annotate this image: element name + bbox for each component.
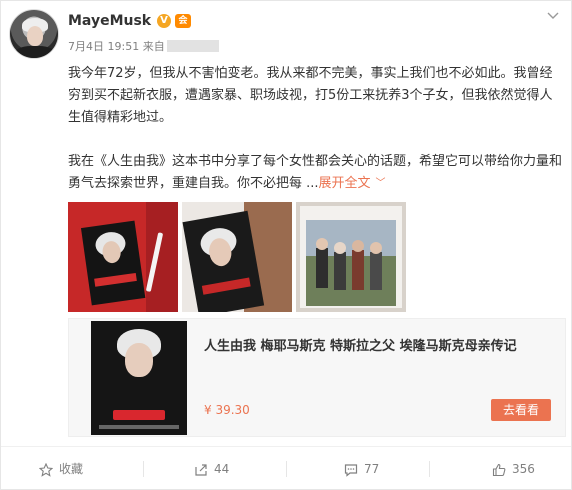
username[interactable]: MayeMusk [68, 13, 151, 29]
cover-subtitle [99, 425, 179, 429]
post-text-paragraph-1: 我今年72岁，但我从不害怕变老。我从来都不完美，事实上我们也不必如此。我曾经穷到… [68, 66, 553, 125]
post-text-paragraph-2-body: 我在《人生由我》这本书中分享了每个女性都会关心的话题，希望它可以带给你力量和勇气… [68, 154, 563, 191]
product-price: ¥ 39.30 [204, 403, 250, 417]
post-source-prefix: 来自 [142, 40, 165, 53]
avatar-coat [14, 46, 56, 58]
comment-count: 77 [364, 462, 380, 476]
comment-icon [344, 463, 358, 477]
divider [286, 461, 287, 477]
post-meta: 7月4日 19:51 来自 [68, 38, 219, 54]
favorite-button[interactable]: 收藏 [39, 459, 83, 479]
weibo-post-card: MayeMusk V 会 7月4日 19:51 来自 我今年72岁，但我从不害怕… [0, 0, 572, 490]
favorite-label: 收藏 [59, 462, 84, 476]
avatar-face [27, 26, 43, 46]
like-icon [492, 463, 506, 476]
action-bar: 收藏 44 77 356 [1, 446, 571, 490]
book-cover-image [91, 321, 187, 435]
post-time: 19:51 [107, 40, 140, 53]
post-photo-3[interactable] [296, 202, 406, 312]
divider [143, 461, 144, 477]
cover-title-art [91, 407, 187, 427]
more-options-button[interactable] [545, 9, 561, 25]
expand-full-text-link[interactable]: 展开全文 ﹀ [319, 176, 386, 191]
avatar[interactable] [9, 9, 59, 59]
post-source-redacted [166, 40, 219, 52]
post-photo-1[interactable] [68, 202, 178, 312]
like-count: 356 [512, 462, 535, 476]
chevron-down-icon: ﹀ [375, 178, 386, 189]
product-card[interactable]: 人生由我 梅耶马斯克 特斯拉之父 埃隆马斯克母亲传记 ¥ 39.30 去看看 [68, 318, 566, 437]
verified-badge-icon: V [157, 14, 171, 28]
photo-3-art [296, 202, 406, 312]
go-see-button[interactable]: 去看看 [491, 399, 551, 421]
cover-title-art-shape [113, 410, 165, 420]
comment-button[interactable]: 77 [344, 459, 379, 479]
more-icon [547, 12, 559, 19]
photo-1-art [68, 202, 178, 312]
post-text-paragraph-2: 我在《人生由我》这本书中分享了每个女性都会关心的话题，希望它可以带给你力量和勇气… [68, 151, 563, 195]
divider [429, 461, 430, 477]
repost-count: 44 [214, 462, 230, 476]
cover-face [125, 343, 153, 377]
vip-badge-icon: 会 [175, 14, 191, 28]
post-date[interactable]: 7月4日 [68, 40, 104, 53]
repost-icon [195, 463, 207, 476]
post-photo-2[interactable] [182, 202, 292, 312]
repost-button[interactable]: 44 [194, 459, 229, 479]
like-button[interactable]: 356 [492, 459, 535, 479]
star-icon [39, 462, 53, 477]
photo-2-art [182, 202, 292, 312]
expand-label: 展开全文 [318, 176, 371, 191]
product-title[interactable]: 人生由我 梅耶马斯克 特斯拉之父 埃隆马斯克母亲传记 [204, 335, 517, 354]
